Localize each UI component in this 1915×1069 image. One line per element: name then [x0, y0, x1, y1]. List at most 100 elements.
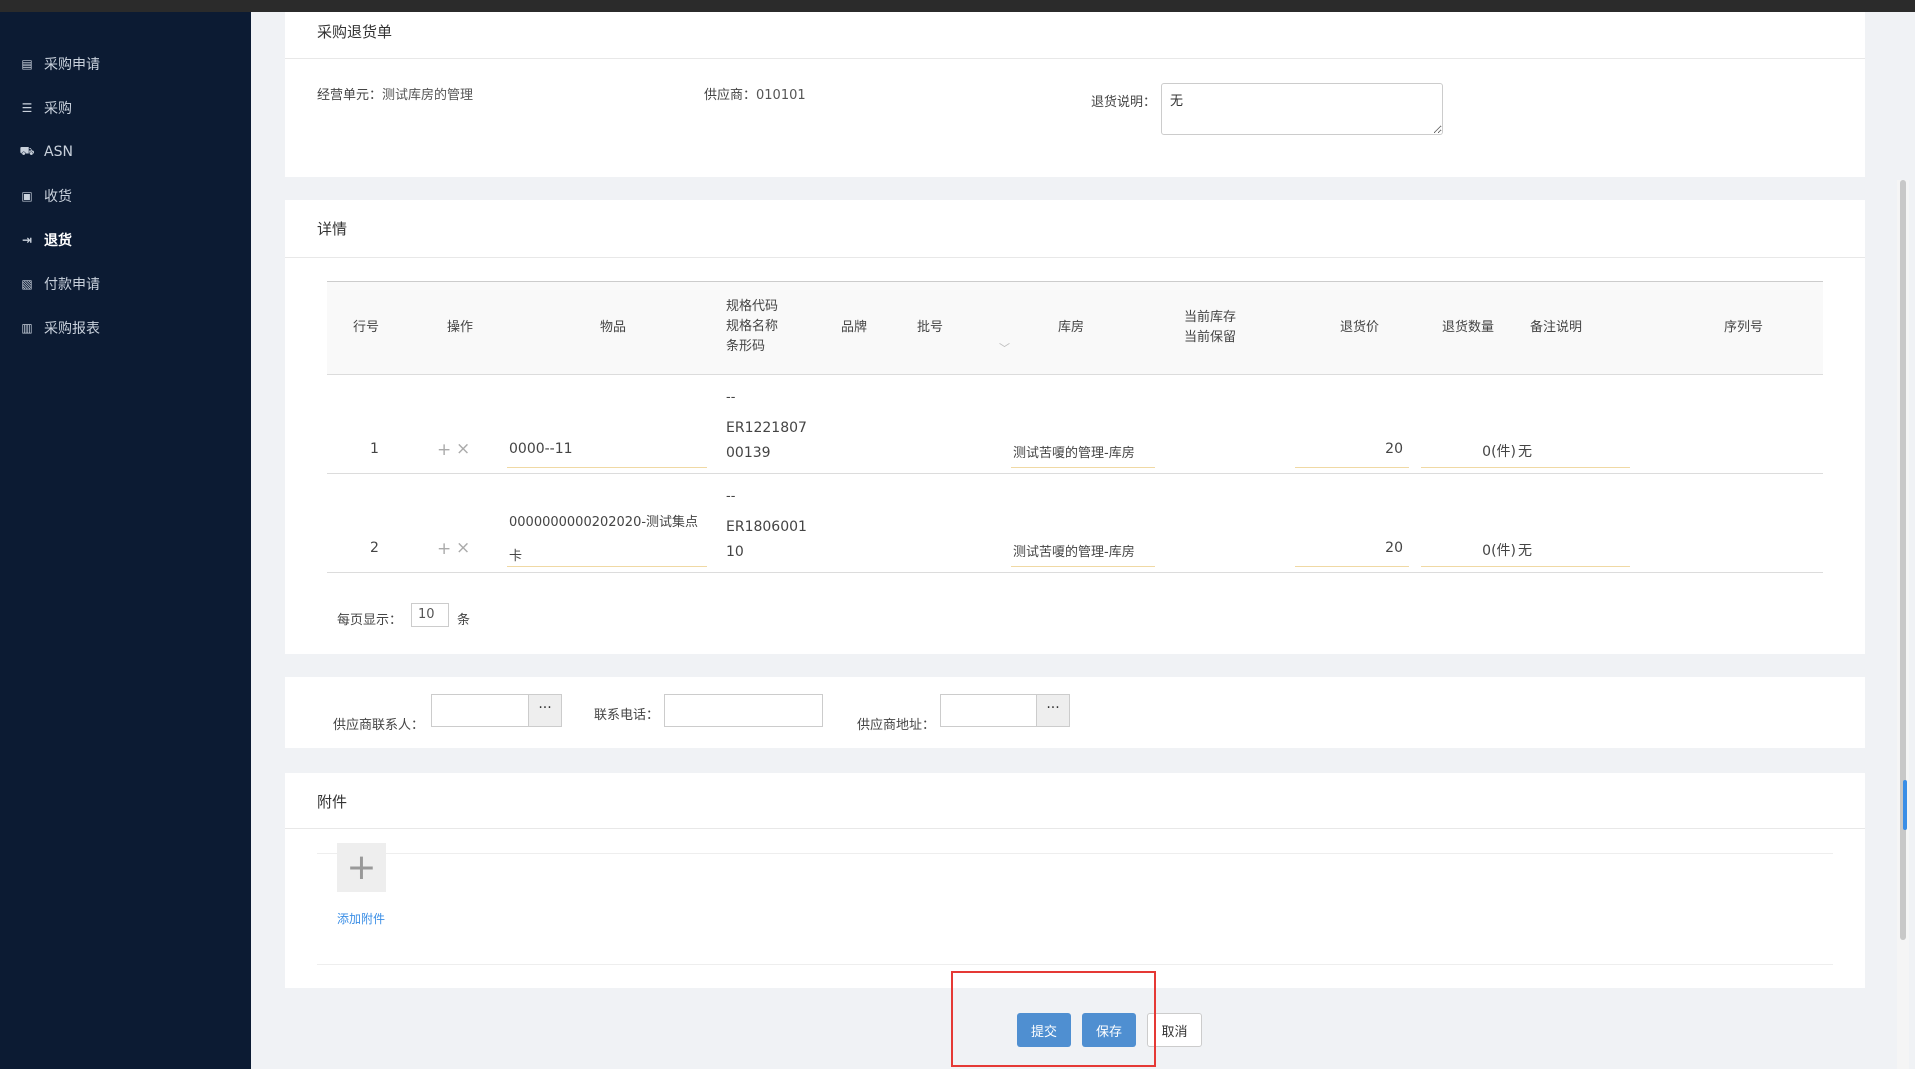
warehouse-value[interactable]: 测试苦嗄的管理-库房 [1013, 442, 1135, 461]
price-underline [1295, 467, 1409, 468]
supplier-value: 010101 [756, 88, 806, 103]
divider [317, 964, 1833, 965]
qty-underline [1421, 566, 1518, 567]
sidebar-item-payment-request[interactable]: ▧ 付款申请 [20, 272, 100, 296]
col-barcode: 条形码 [726, 339, 766, 354]
warehouse-underline [1011, 467, 1155, 468]
more-dots-icon[interactable]: ··· [1036, 695, 1069, 726]
page-size-input[interactable]: 10 [411, 603, 449, 627]
contact-input[interactable]: ··· [431, 694, 562, 727]
item-value[interactable]: 0000000000202020-测试集点 卡 [509, 506, 698, 574]
sidebar-item-asn[interactable]: ⛟ ASN [19, 140, 73, 164]
page-title: 采购退货单 [317, 23, 393, 41]
sidebar-item-purchase-request[interactable]: ▤ 采购申请 [20, 52, 100, 76]
remark-underline [1516, 467, 1630, 468]
sidebar-item-label: 收货 [44, 189, 72, 205]
supplier-contact-card: 供应商联系人： ··· 联系电话： 供应商地址： ··· [285, 677, 1865, 748]
phone-input[interactable] [664, 694, 823, 727]
return-icon: ⇥ [21, 233, 33, 247]
browser-bookmark-strip [0, 0, 1915, 12]
col-action: 操作 [447, 320, 474, 335]
pager-label: 每页显示： [337, 613, 403, 628]
sidebar-item-label: 采购申请 [44, 57, 100, 73]
col-current-reserved: 当前保留 [1184, 330, 1237, 345]
barcode-value: ER1221807 00139 [726, 416, 807, 466]
spec-value: -- [726, 489, 736, 504]
supplier-label: 供应商： [704, 88, 757, 103]
col-remark: 备注说明 [1530, 320, 1583, 335]
attachment-card: 附件 + 添加附件 [285, 773, 1865, 988]
sort-chevron-icon[interactable]: ﹀ [999, 340, 1010, 356]
truck-icon: ⛟ [19, 144, 35, 158]
item-underline [507, 467, 707, 468]
remark-value[interactable]: 无 [1518, 540, 1532, 560]
remove-row-icon[interactable]: × [456, 538, 470, 558]
payment-icon: ▧ [21, 277, 33, 291]
col-warehouse: 库房 [1058, 320, 1085, 335]
sidebar-item-label: ASN [44, 144, 73, 160]
inbox-icon: ▣ [21, 189, 33, 203]
details-card: 详情 行号 操作 物品 规格代码 规格名称 条形码 品牌 批号 库房 ﹀ 当前库… [285, 200, 1865, 654]
details-title: 详情 [317, 220, 348, 238]
list-icon: ☰ [21, 101, 33, 115]
col-spec-code: 规格代码 [726, 299, 779, 314]
col-serial: 序列号 [1724, 320, 1764, 335]
col-row-no: 行号 [353, 320, 380, 335]
col-current-stock: 当前库存 [1184, 310, 1237, 325]
scroll-indicator [1903, 780, 1907, 830]
sidebar-item-return[interactable]: ⇥ 退货 [20, 228, 72, 252]
divider [285, 257, 1865, 258]
table-header-line [327, 374, 1823, 375]
add-attachment-icon[interactable]: + [337, 843, 386, 892]
return-note-label: 退货说明： [1091, 95, 1157, 110]
return-qty-value[interactable]: 0(件) [1422, 540, 1516, 560]
warehouse-underline [1011, 566, 1155, 567]
remove-row-icon[interactable]: × [456, 439, 470, 459]
return-price-value[interactable]: 20 [1295, 540, 1403, 556]
return-price-value[interactable]: 20 [1295, 441, 1403, 457]
item-underline [507, 566, 707, 567]
item-line: 0000000000202020-测试集点 [509, 515, 699, 530]
add-row-icon[interactable]: + [437, 440, 451, 460]
document-icon: ▤ [21, 57, 33, 71]
row-divider [327, 572, 1823, 573]
more-dots-icon[interactable]: ··· [528, 695, 561, 726]
return-qty-value[interactable]: 0(件) [1422, 441, 1516, 461]
sidebar-item-label: 采购报表 [44, 321, 100, 337]
col-item: 物品 [600, 320, 627, 335]
barcode-line: ER1221807 [726, 420, 807, 436]
sidebar-item-label: 付款申请 [44, 277, 100, 293]
address-label: 供应商地址： [857, 718, 936, 733]
highlight-box [951, 971, 1156, 1067]
sidebar: ▤ 采购申请 ☰ 采购 ⛟ ASN ▣ 收货 ⇥ 退货 ▧ 付款申请 ▥ 采购报… [0, 12, 251, 1069]
col-batch: 批号 [917, 320, 944, 335]
divider [317, 853, 1833, 854]
warehouse-value[interactable]: 测试苦嗄的管理-库房 [1013, 541, 1135, 560]
price-underline [1295, 566, 1409, 567]
sidebar-item-label: 退货 [44, 233, 72, 249]
return-note-textarea[interactable]: 无 [1161, 83, 1443, 135]
col-return-price: 退货价 [1340, 320, 1380, 335]
supplier-field: 供应商：010101 [704, 84, 806, 103]
sidebar-item-purchase[interactable]: ☰ 采购 [20, 96, 72, 120]
item-value[interactable]: 0000--11 [509, 441, 573, 457]
sidebar-item-purchase-report[interactable]: ▥ 采购报表 [20, 316, 100, 340]
row-no: 1 [370, 441, 379, 457]
add-row-icon[interactable]: + [437, 539, 451, 559]
phone-label: 联系电话： [594, 708, 660, 723]
remark-underline [1516, 566, 1630, 567]
qty-underline [1421, 467, 1518, 468]
item-line: 卡 [509, 549, 523, 564]
barcode-line: 00139 [726, 445, 771, 461]
barcode-line: ER1806001 [726, 519, 807, 535]
barcode-line: 10 [726, 544, 744, 560]
address-input[interactable]: ··· [940, 694, 1070, 727]
divider [285, 828, 1865, 829]
add-attachment-link[interactable]: 添加附件 [337, 910, 385, 927]
contact-label: 供应商联系人： [333, 718, 425, 733]
col-spec-name: 规格名称 [726, 319, 779, 334]
sidebar-item-receiving[interactable]: ▣ 收货 [20, 184, 72, 208]
col-stock: 当前库存 当前保留 [1184, 308, 1236, 348]
spec-value: -- [726, 390, 736, 405]
remark-value[interactable]: 无 [1518, 441, 1532, 461]
